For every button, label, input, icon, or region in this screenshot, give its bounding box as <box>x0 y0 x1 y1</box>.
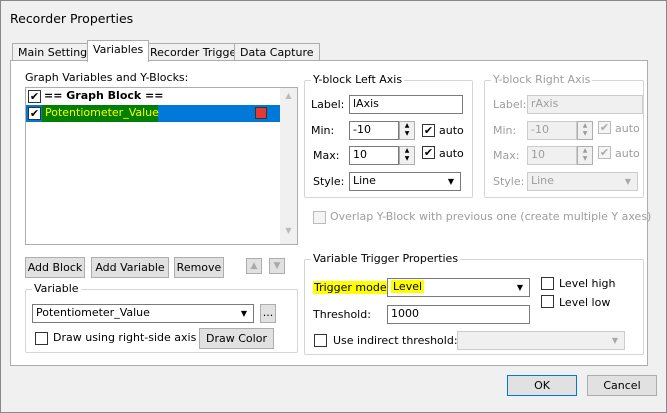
min-auto-checkbox[interactable]: ✔ <box>598 121 611 134</box>
cancel-button[interactable]: Cancel <box>587 375 657 396</box>
trigger-group: Variable Trigger Properties Trigger mode… <box>304 252 644 355</box>
right-axis-label: Draw using right-side axis <box>53 331 197 344</box>
auto-label: auto <box>615 122 640 135</box>
right-min-input[interactable]: -10 <box>527 121 577 140</box>
level-high-label: Level high <box>559 277 616 290</box>
variable-value: Potentiometer_Value <box>36 306 150 319</box>
min-auto-checkbox[interactable]: ✔ <box>422 124 435 137</box>
style-value: Line <box>531 174 554 187</box>
min-spinner[interactable]: ▲ ▼ <box>577 121 593 140</box>
level-low-checkbox[interactable] <box>541 295 554 308</box>
overlap-label: Overlap Y-Block with previous one (creat… <box>330 210 652 223</box>
max-auto-checkbox[interactable]: ✔ <box>422 146 435 159</box>
overlap-checkbox[interactable] <box>313 211 326 224</box>
tab-recorder-trigger[interactable]: Recorder Trigger <box>144 43 247 61</box>
tab-main-settings[interactable]: Main Settings <box>12 43 99 61</box>
style-label: Style: <box>493 175 525 188</box>
trigger-mode-value: Level <box>391 280 425 293</box>
graph-variables-list[interactable]: ✔ == Graph Block == ✔ Potentiometer_Valu… <box>25 87 298 245</box>
max-spinner[interactable]: ▲ ▼ <box>577 146 593 165</box>
draw-color-button[interactable]: Draw Color <box>199 328 274 349</box>
label-label: Label: <box>311 98 345 111</box>
left-label-input[interactable]: lAxis <box>349 95 463 114</box>
left-axis-group: Y-block Left Axis Label: lAxis Min: -10 … <box>304 73 473 198</box>
checkbox[interactable]: ✔ <box>28 90 41 103</box>
list-item[interactable]: ✔ Potentiometer_Value <box>26 105 280 122</box>
left-max-input[interactable]: 10 <box>349 146 399 165</box>
min-spinner[interactable]: ▲ ▼ <box>399 121 415 140</box>
chevron-down-icon: ▼ <box>611 336 619 345</box>
style-value: Line <box>353 174 376 187</box>
level-low-label: Level low <box>559 296 611 309</box>
trigger-mode-label: Trigger mode: <box>313 281 392 294</box>
graph-list-label: Graph Variables and Y-Blocks: <box>25 71 189 84</box>
threshold-input[interactable]: 1000 <box>387 305 530 324</box>
auto-label: auto <box>615 147 640 160</box>
tab-data-capture[interactable]: Data Capture <box>234 43 320 61</box>
left-min-input[interactable]: -10 <box>349 121 399 140</box>
remove-button[interactable]: Remove <box>174 257 224 278</box>
right-axis-checkbox[interactable] <box>35 332 48 345</box>
max-auto-checkbox[interactable]: ✔ <box>598 146 611 159</box>
label-label: Label: <box>493 98 527 111</box>
right-label-input[interactable]: rAxis <box>527 95 643 114</box>
ok-button[interactable]: OK <box>507 375 577 396</box>
variable-select[interactable]: Potentiometer_Value ▼ <box>32 304 254 323</box>
chevron-down-icon: ▼ <box>516 283 524 292</box>
tab-variables[interactable]: Variables <box>87 40 150 62</box>
checkbox[interactable]: ✔ <box>28 107 41 120</box>
right-axis-group: Y-block Right Axis Label: rAxis Min: -10… <box>484 73 644 198</box>
move-up-icon[interactable]: ▲ <box>246 258 262 274</box>
indirect-threshold-select[interactable]: ▼ <box>457 331 625 350</box>
list-item[interactable]: ✔ == Graph Block == <box>26 88 280 105</box>
add-block-button[interactable]: Add Block <box>25 257 85 278</box>
variable-legend: Variable <box>32 282 81 295</box>
move-down-icon[interactable]: ▼ <box>269 258 285 274</box>
right-style-select[interactable]: Line ▼ <box>527 172 638 191</box>
scrollbar[interactable]: ▲ ▼ <box>280 88 297 244</box>
browse-button[interactable]: ... <box>260 304 276 323</box>
add-variable-button[interactable]: Add Variable <box>91 257 169 278</box>
indirect-threshold-checkbox[interactable] <box>314 334 327 347</box>
auto-label: auto <box>439 147 464 160</box>
chevron-down-icon: ▼ <box>240 309 248 318</box>
min-label: Min: <box>311 124 335 137</box>
tab-panel: Graph Variables and Y-Blocks: ✔ == Graph… <box>10 60 652 366</box>
max-spinner[interactable]: ▲ ▼ <box>399 146 415 165</box>
min-label: Min: <box>493 124 517 137</box>
list-item-label: == Graph Block == <box>44 89 164 102</box>
variable-group: Variable Potentiometer_Value ▼ ... Draw u… <box>25 282 298 353</box>
right-axis-legend: Y-block Right Axis <box>491 73 593 86</box>
auto-label: auto <box>439 124 464 137</box>
color-swatch[interactable] <box>255 107 267 119</box>
trigger-legend: Variable Trigger Properties <box>311 252 461 265</box>
indirect-threshold-label: Use indirect threshold: <box>333 334 458 347</box>
dialog-title: Recorder Properties <box>10 11 134 26</box>
chevron-down-icon: ▼ <box>447 177 455 186</box>
style-label: Style: <box>313 175 345 188</box>
max-label: Max: <box>493 149 520 162</box>
trigger-mode-select[interactable]: Level ▼ <box>387 278 530 297</box>
chevron-down-icon: ▼ <box>624 177 632 186</box>
left-axis-legend: Y-block Left Axis <box>311 73 405 86</box>
threshold-label: Threshold: <box>313 308 371 321</box>
left-style-select[interactable]: Line ▼ <box>349 172 461 191</box>
right-max-input[interactable]: 10 <box>527 146 577 165</box>
level-high-checkbox[interactable] <box>541 277 554 290</box>
max-label: Max: <box>313 149 340 162</box>
list-item-label: Potentiometer_Value <box>42 105 159 122</box>
